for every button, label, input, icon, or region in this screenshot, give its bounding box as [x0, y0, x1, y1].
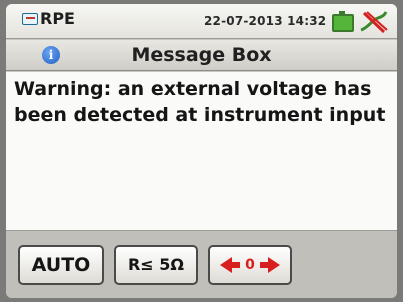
- zero-calibration-button[interactable]: 0: [208, 245, 292, 285]
- status-bar: RPE 22-07-2013 14:32: [6, 4, 397, 39]
- warning-message: Warning: an external voltage has been de…: [14, 78, 386, 126]
- resistance-limit-button[interactable]: R≤ 5Ω: [114, 245, 198, 285]
- zero-label: 0: [245, 257, 255, 273]
- instrument-screen: RPE 22-07-2013 14:32 Message Box i Warni…: [6, 4, 397, 298]
- cable-icon: [360, 11, 388, 34]
- datetime: 22-07-2013 14:32: [204, 14, 327, 28]
- auto-button[interactable]: AUTO: [18, 245, 104, 285]
- message-box-header: Message Box i: [6, 40, 397, 71]
- battery-icon: [332, 11, 354, 32]
- message-body: Warning: an external voltage has been de…: [6, 72, 397, 230]
- bottom-button-bar: AUTO R≤ 5Ω 0: [6, 230, 397, 298]
- mode-label: RPE: [40, 9, 75, 28]
- info-icon: i: [42, 46, 60, 64]
- mode-icon: [22, 13, 38, 25]
- message-box-title: Message Box: [131, 44, 272, 66]
